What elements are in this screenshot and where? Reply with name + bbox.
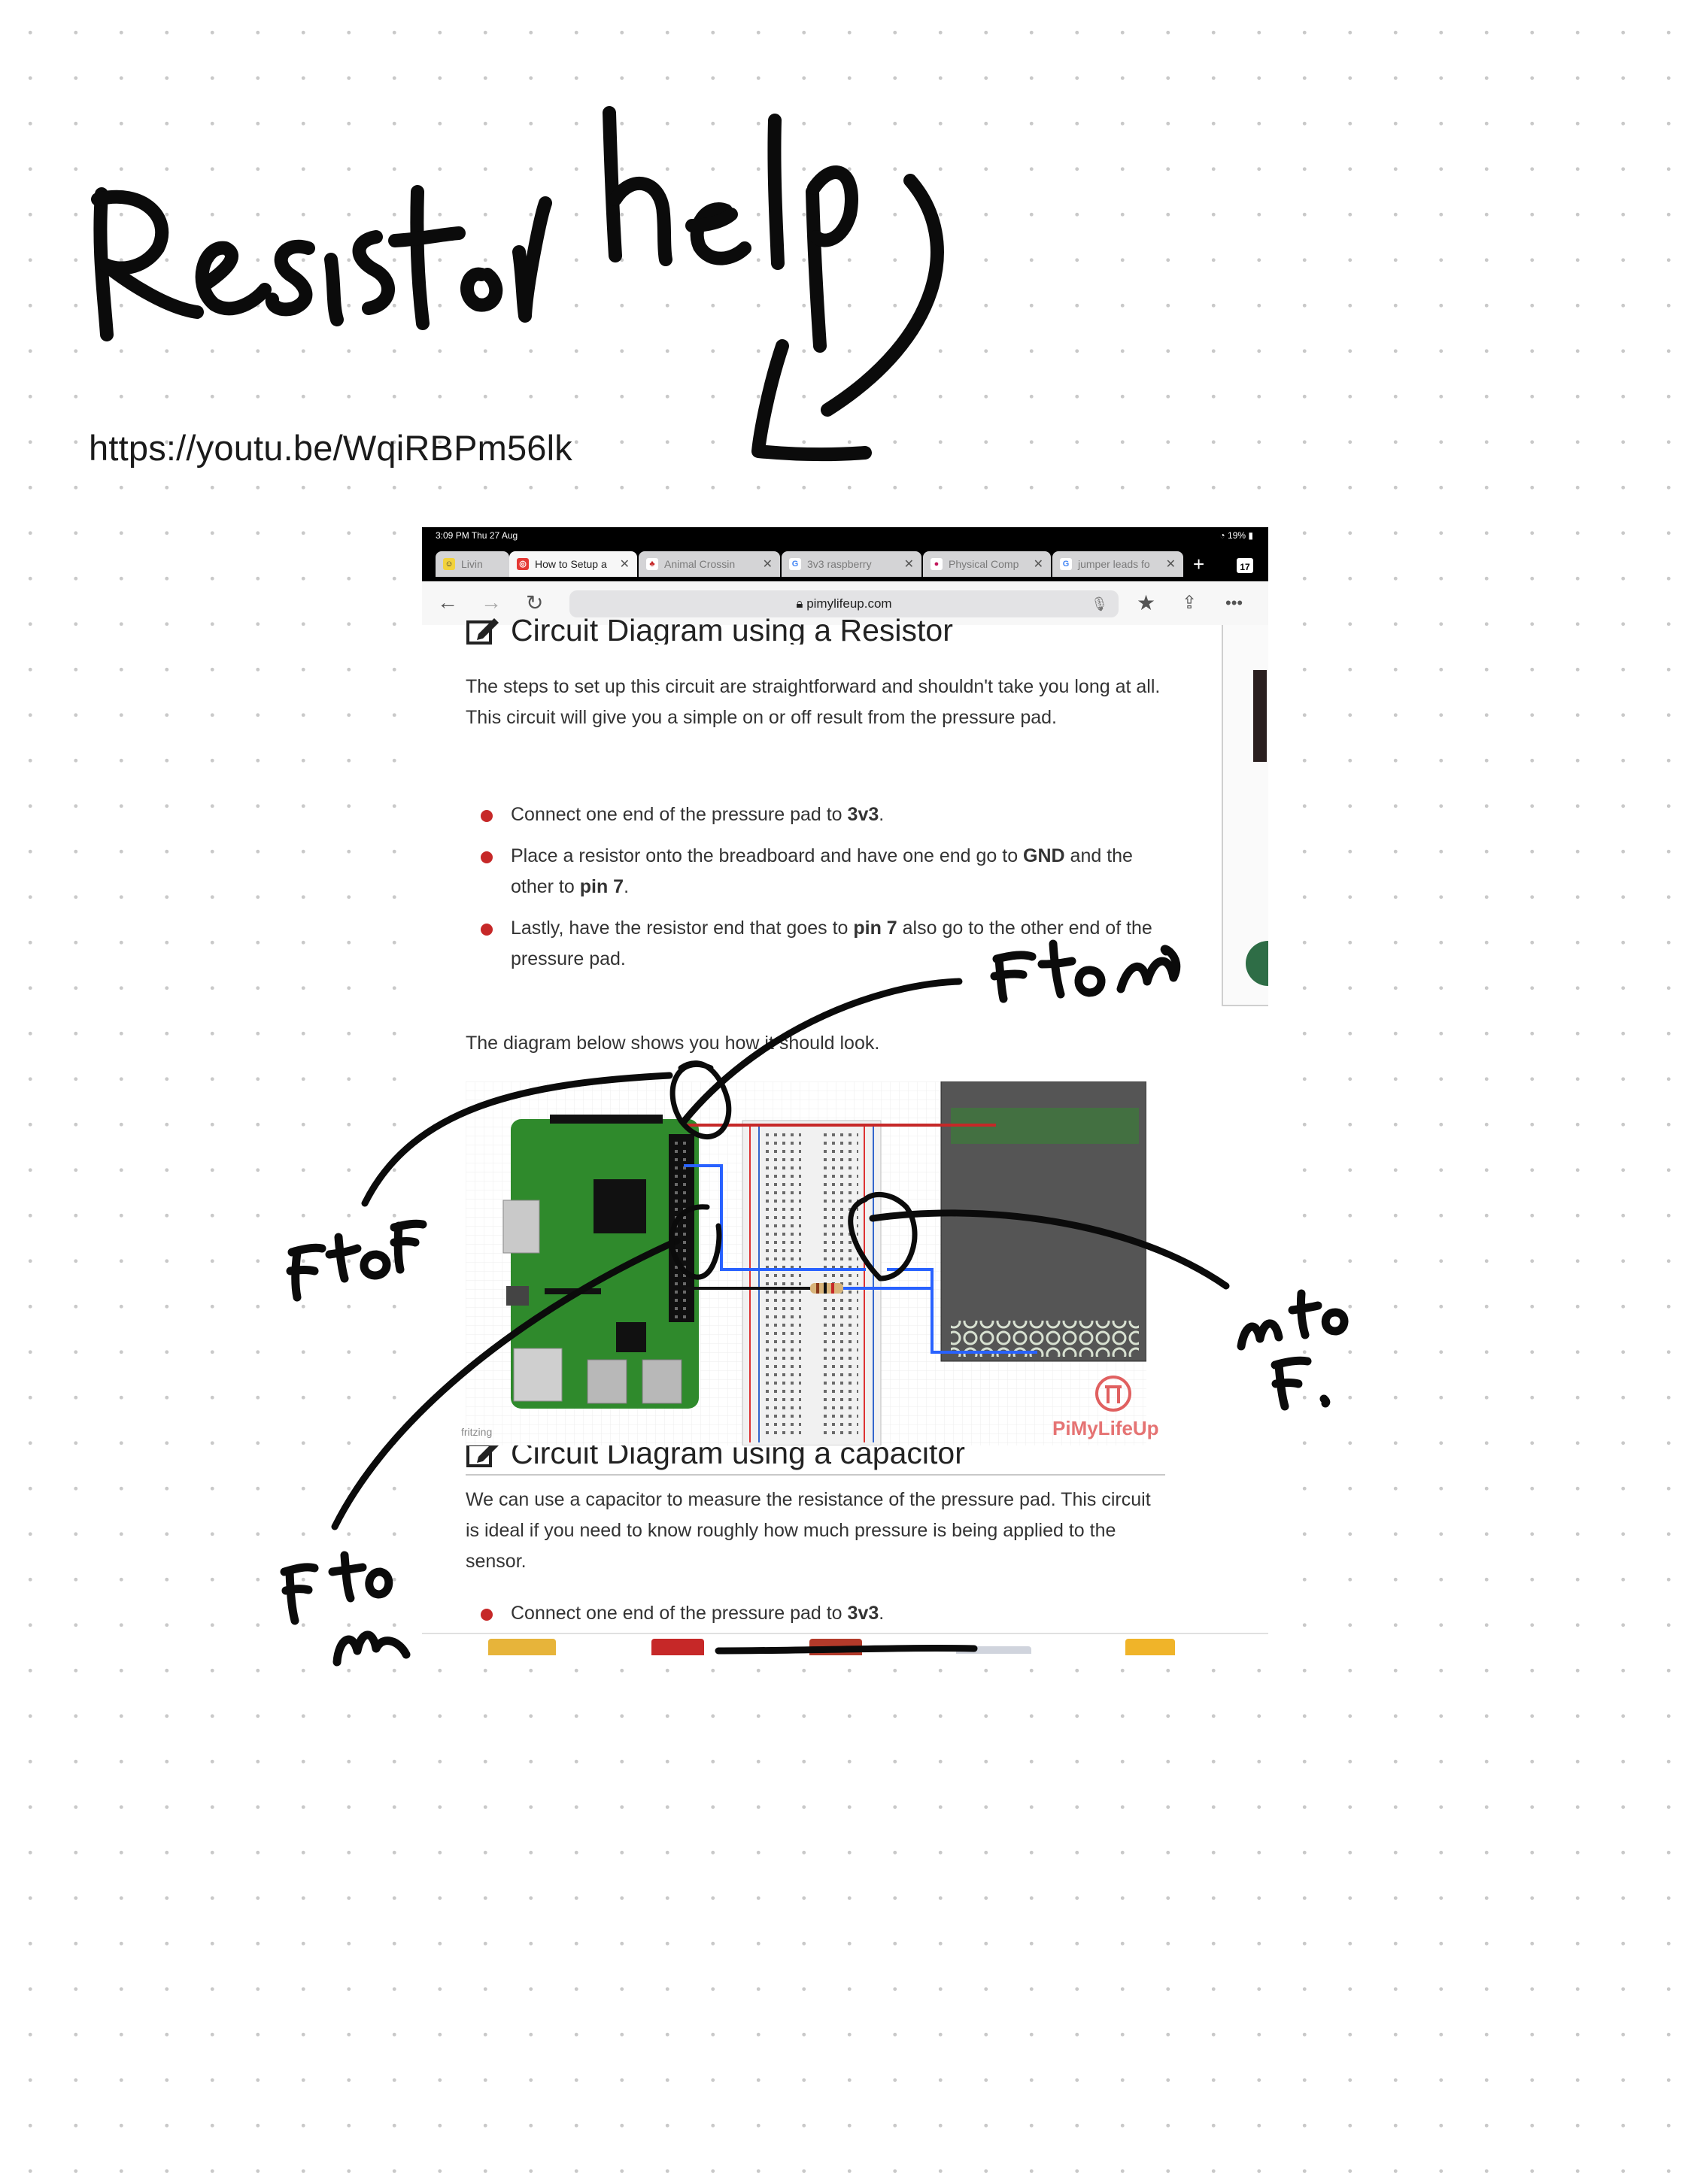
heading-handwriting bbox=[91, 106, 858, 353]
google-favicon-icon: G bbox=[1060, 558, 1072, 570]
battery-icon: ▮ bbox=[1248, 530, 1253, 541]
close-tab-icon[interactable]: ✕ bbox=[904, 557, 914, 572]
tab-4[interactable]: G 3v3 raspberry ✕ bbox=[782, 551, 921, 577]
forward-arrow-icon[interactable]: → bbox=[481, 590, 502, 614]
pimylifeup-logo-text: PiMyLifeUp bbox=[1052, 1417, 1159, 1439]
browser-screenshot: 3:09 PM Thu 27 Aug ◔ 19% ▮ ☺ Livin ◎ How… bbox=[422, 527, 1268, 1655]
side-button[interactable] bbox=[1246, 941, 1268, 986]
tab-bar: ☺ Livin ◎ How to Setup a ✕ ♣ Animal Cros… bbox=[422, 544, 1268, 581]
tab-6[interactable]: G jumper leads fo ✕ bbox=[1052, 551, 1183, 577]
list-item: Lastly, have the resistor end that goes … bbox=[466, 913, 1165, 975]
annotation-f-to-m-bottom bbox=[280, 1551, 411, 1667]
lock-icon: 🔒︎ bbox=[796, 596, 803, 611]
battery-indicator: ◔ 19% ▮ bbox=[1219, 530, 1253, 541]
list-item: Connect one end of the pressure pad to 3… bbox=[466, 799, 1165, 830]
url-text: pimylifeup.com bbox=[806, 596, 892, 611]
section-heading-resistor-wrap: Circuit Diagram using a Resistor bbox=[466, 613, 1165, 645]
section-title: Circuit Diagram using a Resistor bbox=[511, 613, 953, 645]
battery-percent: 19% bbox=[1228, 530, 1246, 541]
edit-icon bbox=[466, 617, 499, 645]
share-icon[interactable]: ⇪ bbox=[1182, 592, 1197, 614]
more-icon[interactable]: ••• bbox=[1225, 593, 1243, 613]
tab-label: Livin bbox=[461, 558, 483, 570]
tab-label: 3v3 raspberry bbox=[807, 558, 872, 570]
ad-thumbnail[interactable] bbox=[809, 1639, 862, 1655]
close-tab-icon[interactable]: ✕ bbox=[1034, 557, 1043, 572]
breadboard bbox=[742, 1120, 882, 1446]
leaf-favicon-icon: ♣ bbox=[646, 558, 658, 570]
annotation-f-to-f bbox=[286, 1219, 427, 1302]
ad-thumbnail[interactable] bbox=[488, 1639, 556, 1655]
pimylifeup-favicon-icon: ◎ bbox=[517, 558, 529, 570]
intro-paragraph: The steps to set up this circuit are str… bbox=[466, 676, 1161, 728]
status-time: 3:09 PM Thu 27 Aug bbox=[436, 530, 518, 541]
status-bar: 3:09 PM Thu 27 Aug ◔ 19% ▮ bbox=[422, 527, 1268, 544]
list-item: Place a resistor onto the breadboard and… bbox=[466, 841, 1165, 902]
section-heading-resistor: Circuit Diagram using a Resistor bbox=[466, 613, 1165, 645]
tab-5[interactable]: ● Physical Comp ✕ bbox=[923, 551, 1051, 577]
wifi-icon: ◔ bbox=[1219, 530, 1228, 541]
arrow-icon bbox=[751, 174, 944, 462]
side-panel bbox=[1222, 625, 1268, 1006]
tab-label: Physical Comp bbox=[949, 558, 1019, 570]
capacitor-steps-list: Connect one end of the pressure pad to 3… bbox=[466, 1598, 1165, 1629]
capacitor-paragraph: We can use a capacitor to measure the re… bbox=[466, 1489, 1151, 1572]
raspberry-favicon-icon: ● bbox=[931, 558, 943, 570]
ad-strip bbox=[422, 1633, 1268, 1655]
circuit-diagram: fritzing PiMyLifeUp bbox=[461, 1081, 1159, 1446]
side-image bbox=[1253, 670, 1267, 762]
google-favicon-icon: G bbox=[789, 558, 801, 570]
close-tab-icon[interactable]: ✕ bbox=[620, 557, 630, 572]
tab-count-badge[interactable]: 17 bbox=[1237, 558, 1253, 573]
tab-2[interactable]: ◎ How to Setup a ✕ bbox=[509, 551, 637, 577]
tab-label: Animal Crossin bbox=[664, 558, 736, 570]
reload-icon[interactable]: ↻ bbox=[526, 590, 543, 615]
smiley-favicon-icon: ☺ bbox=[443, 558, 455, 570]
web-page: Circuit Diagram using a Resistor The ste… bbox=[422, 613, 1268, 1655]
tab-3[interactable]: ♣ Animal Crossin ✕ bbox=[639, 551, 780, 577]
diagram-caption: The diagram below shows you how it shoul… bbox=[466, 1033, 880, 1054]
close-tab-icon[interactable]: ✕ bbox=[1166, 557, 1176, 572]
star-icon[interactable]: ★ bbox=[1137, 590, 1155, 615]
tab-1[interactable]: ☺ Livin bbox=[436, 551, 509, 577]
ad-thumbnail[interactable] bbox=[956, 1646, 1031, 1654]
fritzing-credit: fritzing bbox=[461, 1426, 493, 1438]
circuit-diagram-graphic bbox=[466, 1081, 1147, 1446]
list-item: Connect one end of the pressure pad to 3… bbox=[466, 1598, 1165, 1629]
steps-list: Connect one end of the pressure pad to 3… bbox=[466, 799, 1165, 975]
video-link[interactable]: https://youtu.be/WqiRBPm56lk bbox=[89, 427, 572, 469]
close-tab-icon[interactable]: ✕ bbox=[763, 557, 773, 572]
tab-label: How to Setup a bbox=[535, 558, 607, 570]
ad-thumbnail[interactable] bbox=[1125, 1639, 1175, 1655]
back-arrow-icon[interactable]: ← bbox=[437, 590, 458, 614]
new-tab-icon[interactable]: + bbox=[1193, 553, 1204, 576]
tab-label: jumper leads fo bbox=[1078, 558, 1150, 570]
ad-thumbnail[interactable] bbox=[651, 1639, 704, 1655]
